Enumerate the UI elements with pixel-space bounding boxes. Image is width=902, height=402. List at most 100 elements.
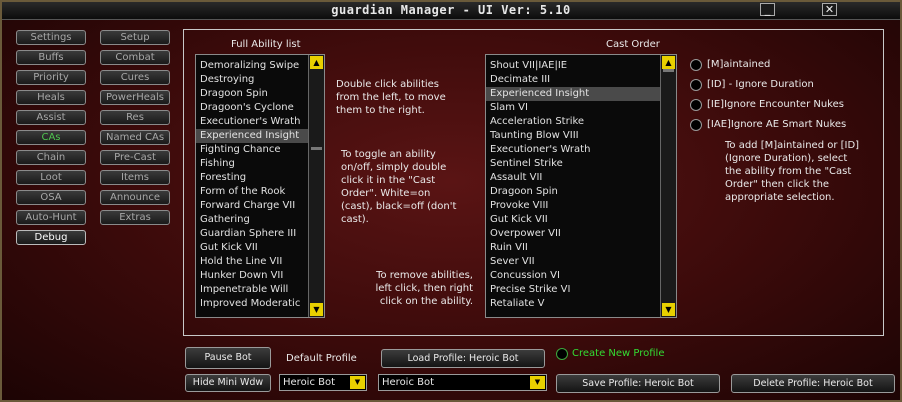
cast-order-list-item[interactable]: Taunting Blow VIII bbox=[486, 129, 676, 143]
nav-button-cures[interactable]: Cures bbox=[100, 70, 170, 85]
scroll-up-arrow-icon[interactable]: ▲ bbox=[310, 56, 323, 69]
option-radio-4[interactable] bbox=[690, 119, 702, 131]
ability-list-item[interactable]: Form of the Rook bbox=[196, 185, 324, 199]
ability-list-item[interactable]: Forward Charge VII bbox=[196, 199, 324, 213]
option-label[interactable]: [ID] - Ignore Duration bbox=[707, 79, 814, 90]
close-icon[interactable]: ✕ bbox=[822, 3, 837, 16]
cast-order-list-item[interactable]: Sever VII bbox=[486, 255, 676, 269]
option-radio-2[interactable] bbox=[690, 79, 702, 91]
nav-button-cas[interactable]: CAs bbox=[16, 130, 86, 145]
ability-scrollbar[interactable]: ▲ ▼ bbox=[308, 55, 324, 317]
remove-instructions: To remove abilities, left click, then ri… bbox=[375, 270, 474, 307]
cast-order-list-item[interactable]: Precise Strike VI bbox=[486, 283, 676, 297]
full-ability-listbox[interactable]: Demoralizing Swipe Destroying Dragoon Spin… bbox=[195, 54, 325, 318]
scroll-down-arrow-icon[interactable]: ▼ bbox=[662, 303, 675, 316]
nav-button-combat[interactable]: Combat bbox=[100, 50, 170, 65]
cast-order-list-item[interactable]: Dragoon Spin bbox=[486, 185, 676, 199]
cast-order-list-item[interactable]: Retaliate V bbox=[486, 297, 676, 311]
nav-button-loot[interactable]: Loot bbox=[16, 170, 86, 185]
nav-button-priority[interactable]: Priority bbox=[16, 70, 86, 85]
cast-order-label: Cast Order bbox=[606, 39, 660, 50]
delete-profile-button[interactable]: Delete Profile: Heroic Bot bbox=[731, 374, 895, 393]
nav-button-heals[interactable]: Heals bbox=[16, 90, 86, 105]
chevron-down-icon[interactable]: ▼ bbox=[350, 376, 365, 389]
nav-button-assist[interactable]: Assist bbox=[16, 110, 86, 125]
default-profile-value: Heroic Bot bbox=[283, 377, 336, 388]
cast-order-list-item[interactable]: Concussion VI bbox=[486, 269, 676, 283]
cast-order-list-item[interactable]: Overpower VII bbox=[486, 227, 676, 241]
ability-list-item[interactable]: Hunker Down VII bbox=[196, 269, 324, 283]
nav-button-items[interactable]: Items bbox=[100, 170, 170, 185]
cast-order-list-item[interactable]: Executioner's Wrath bbox=[486, 143, 676, 157]
option-radio-1[interactable] bbox=[690, 59, 702, 71]
scroll-down-arrow-icon[interactable]: ▼ bbox=[310, 303, 323, 316]
nav-button-debug[interactable]: Debug bbox=[16, 230, 86, 245]
nav-button-extras[interactable]: Extras bbox=[100, 210, 170, 225]
ability-list-item[interactable]: Gut Kick VII bbox=[196, 241, 324, 255]
load-profile-button[interactable]: Load Profile: Heroic Bot bbox=[381, 349, 545, 368]
nav-button-chain[interactable]: Chain bbox=[16, 150, 86, 165]
cast-order-list-item[interactable]: Experienced Insight bbox=[486, 87, 676, 101]
nav-button-powerheals[interactable]: PowerHeals bbox=[100, 90, 170, 105]
ability-items: Demoralizing Swipe Destroying Dragoon Spin… bbox=[196, 55, 324, 311]
scroll-thumb[interactable] bbox=[663, 69, 674, 72]
ability-list-item[interactable]: Guardian Sphere III bbox=[196, 227, 324, 241]
cast-order-items: Shout VII|IAE|IE Decimate III Experienced … bbox=[486, 55, 676, 311]
guardian-manager-window: guardian Manager - UI Ver: 5.10 _ ✕ Sett… bbox=[0, 0, 902, 402]
save-profile-button[interactable]: Save Profile: Heroic Bot bbox=[556, 374, 720, 393]
nav-button-setup[interactable]: Setup bbox=[100, 30, 170, 45]
cast-order-list-item[interactable]: Gut Kick VII bbox=[486, 213, 676, 227]
ability-list-item[interactable]: Dragoon Spin bbox=[196, 87, 324, 101]
scroll-up-arrow-icon[interactable]: ▲ bbox=[662, 56, 675, 69]
ability-list-item[interactable]: Experienced Insight bbox=[196, 129, 324, 143]
move-instructions: Double click abilities from the left, to… bbox=[336, 79, 446, 116]
option-radio-3[interactable] bbox=[690, 99, 702, 111]
full-ability-list-label: Full Ability list bbox=[231, 39, 301, 50]
cast-order-list-item[interactable]: Slam VI bbox=[486, 101, 676, 115]
ability-list-item[interactable]: Dragoon's Cyclone bbox=[196, 101, 324, 115]
pause-bot-button[interactable]: Pause Bot bbox=[185, 347, 271, 369]
create-profile-label[interactable]: Create New Profile bbox=[572, 348, 665, 359]
ability-list-item[interactable]: Foresting bbox=[196, 171, 324, 185]
nav-button-auto-hunt[interactable]: Auto-Hunt bbox=[16, 210, 86, 225]
cast-order-scrollbar[interactable]: ▲ ▼ bbox=[660, 55, 676, 317]
cast-order-list-item[interactable]: Provoke VIII bbox=[486, 199, 676, 213]
cast-order-listbox[interactable]: Shout VII|IAE|IE Decimate III Experienced … bbox=[485, 54, 677, 318]
cast-order-list-item[interactable]: Decimate III bbox=[486, 73, 676, 87]
cast-order-list-item[interactable]: Sentinel Strike bbox=[486, 157, 676, 171]
cast-order-list-item[interactable]: Ruin VII bbox=[486, 241, 676, 255]
nav-button-buffs[interactable]: Buffs bbox=[16, 50, 86, 65]
create-profile-radio[interactable] bbox=[556, 348, 568, 360]
nav-button-settings[interactable]: Settings bbox=[16, 30, 86, 45]
nav-button-osa[interactable]: OSA bbox=[16, 190, 86, 205]
nav-button-named-cas[interactable]: Named CAs bbox=[100, 130, 170, 145]
default-profile-select[interactable]: Heroic Bot ▼ bbox=[279, 374, 367, 391]
ability-list-item[interactable]: Hold the Line VII bbox=[196, 255, 324, 269]
profile-select-value: Heroic Bot bbox=[382, 377, 435, 388]
ability-list-item[interactable]: Fighting Chance bbox=[196, 143, 324, 157]
ability-list-item[interactable]: Executioner's Wrath bbox=[196, 115, 324, 129]
option-label[interactable]: [M]aintained bbox=[707, 59, 770, 70]
add-options-instructions: To add [M]aintained or [ID] (Ignore Dura… bbox=[725, 140, 860, 203]
ability-list-item[interactable]: Improved Moderatic bbox=[196, 297, 324, 311]
ability-list-item[interactable]: Destroying bbox=[196, 73, 324, 87]
scroll-thumb[interactable] bbox=[311, 147, 322, 150]
cast-order-list-item[interactable]: Acceleration Strike bbox=[486, 115, 676, 129]
profile-select[interactable]: Heroic Bot ▼ bbox=[378, 374, 547, 391]
nav-button-pre-cast[interactable]: Pre-Cast bbox=[100, 150, 170, 165]
cast-order-list-item[interactable]: Assault VII bbox=[486, 171, 676, 185]
nav-button-res[interactable]: Res bbox=[100, 110, 170, 125]
toggle-instructions: To toggle an ability on/off, simply doub… bbox=[341, 149, 457, 225]
ability-list-item[interactable]: Impenetrable Will bbox=[196, 283, 324, 297]
hide-mini-window-button[interactable]: Hide Mini Wdw bbox=[185, 374, 271, 392]
ability-list-item[interactable]: Gathering bbox=[196, 213, 324, 227]
option-label[interactable]: [IE]Ignore Encounter Nukes bbox=[707, 99, 844, 110]
title-bar[interactable]: guardian Manager - UI Ver: 5.10 _ ✕ bbox=[2, 2, 900, 20]
option-label[interactable]: [IAE]Ignore AE Smart Nukes bbox=[707, 119, 846, 130]
ability-list-item[interactable]: Fishing bbox=[196, 157, 324, 171]
nav-button-announce[interactable]: Announce bbox=[100, 190, 170, 205]
ability-list-item[interactable]: Demoralizing Swipe bbox=[196, 59, 324, 73]
cast-order-list-item[interactable]: Shout VII|IAE|IE bbox=[486, 59, 676, 73]
minimize-icon[interactable]: _ bbox=[760, 3, 775, 16]
chevron-down-icon[interactable]: ▼ bbox=[530, 376, 545, 389]
